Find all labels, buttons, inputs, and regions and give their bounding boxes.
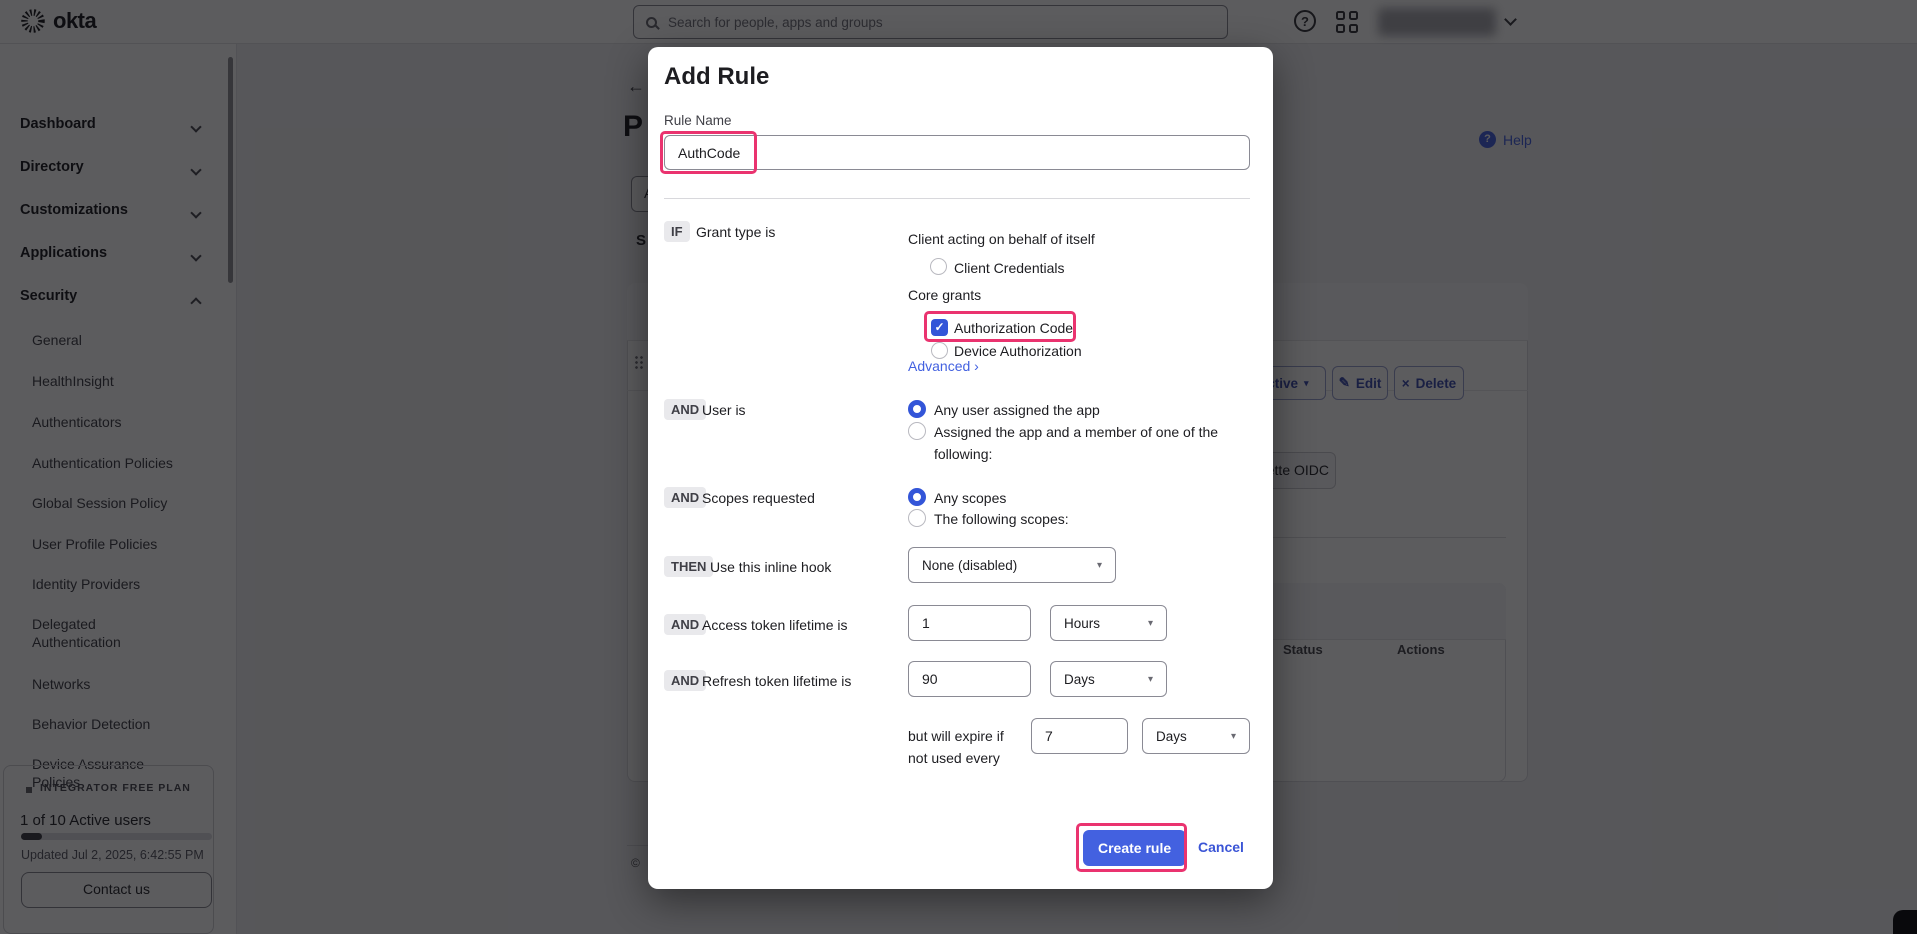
following-scopes-radio[interactable] [908,509,926,527]
dropdown-arrow-icon: ▾ [1148,674,1153,685]
advanced-link[interactable]: Advanced › [908,358,979,374]
refresh-token-label: Refresh token lifetime is [702,673,851,689]
refresh-token-value-input[interactable] [908,661,1031,697]
client-credentials-checkbox[interactable] [930,258,947,275]
assigned-member-radio[interactable] [908,422,926,440]
then-badge: THEN [664,556,713,577]
expire-label-line2: not used every [908,750,1000,766]
refresh-token-unit-select[interactable]: Days ▾ [1050,661,1167,697]
expire-unit-value: Days [1156,729,1187,744]
dropdown-arrow-icon: ▾ [1097,560,1102,571]
scopes-requested-label: Scopes requested [702,490,815,506]
any-scopes-radio[interactable] [908,488,926,506]
inline-hook-select[interactable]: None (disabled) ▾ [908,547,1116,583]
add-rule-modal: Add Rule Rule Name IF Grant type is Clie… [648,47,1273,889]
and-badge: AND [664,399,706,420]
expire-unit-select[interactable]: Days ▾ [1142,718,1250,754]
grant-type-label: Grant type is [696,224,775,240]
and-badge: AND [664,487,706,508]
modal-title: Add Rule [664,63,769,91]
core-grants-label: Core grants [908,287,981,303]
following-scopes-label[interactable]: The following scopes: [934,511,1069,527]
access-token-unit-value: Hours [1064,616,1100,631]
any-scopes-label[interactable]: Any scopes [934,490,1006,506]
create-rule-button[interactable]: Create rule [1083,830,1186,866]
and-badge: AND [664,614,706,635]
refresh-token-unit-value: Days [1064,672,1095,687]
assigned-member-label-line1[interactable]: Assigned the app and a member of one of … [934,424,1218,440]
authorization-code-checkbox[interactable]: ✓ [931,319,948,336]
dropdown-arrow-icon: ▾ [1148,618,1153,629]
dropdown-arrow-icon: ▾ [1231,731,1236,742]
and-badge: AND [664,670,706,691]
access-token-label: Access token lifetime is [702,617,848,633]
authorization-code-label[interactable]: Authorization Code [954,320,1073,336]
expire-label-line1: but will expire if [908,728,1004,744]
device-authorization-checkbox[interactable] [931,342,948,359]
cancel-button[interactable]: Cancel [1198,839,1244,855]
access-token-value-input[interactable] [908,605,1031,641]
okta-admin-screen: okta ? Dashboard Directory Customization… [0,0,1917,934]
inline-hook-value: None (disabled) [922,558,1017,573]
rule-name-label: Rule Name [664,113,732,128]
client-credentials-label[interactable]: Client Credentials [954,260,1065,276]
if-badge: IF [664,221,690,242]
expire-value-input[interactable] [1031,718,1128,754]
inline-hook-label: Use this inline hook [710,559,831,575]
rule-name-input[interactable] [664,135,1250,170]
user-is-label: User is [702,402,746,418]
assigned-member-label-line2: following: [934,446,992,462]
any-user-label[interactable]: Any user assigned the app [934,402,1100,418]
client-group-label: Client acting on behalf of itself [908,231,1095,247]
any-user-radio[interactable] [908,400,926,418]
modal-divider [664,198,1250,199]
device-authorization-label[interactable]: Device Authorization [954,343,1082,359]
access-token-unit-select[interactable]: Hours ▾ [1050,605,1167,641]
